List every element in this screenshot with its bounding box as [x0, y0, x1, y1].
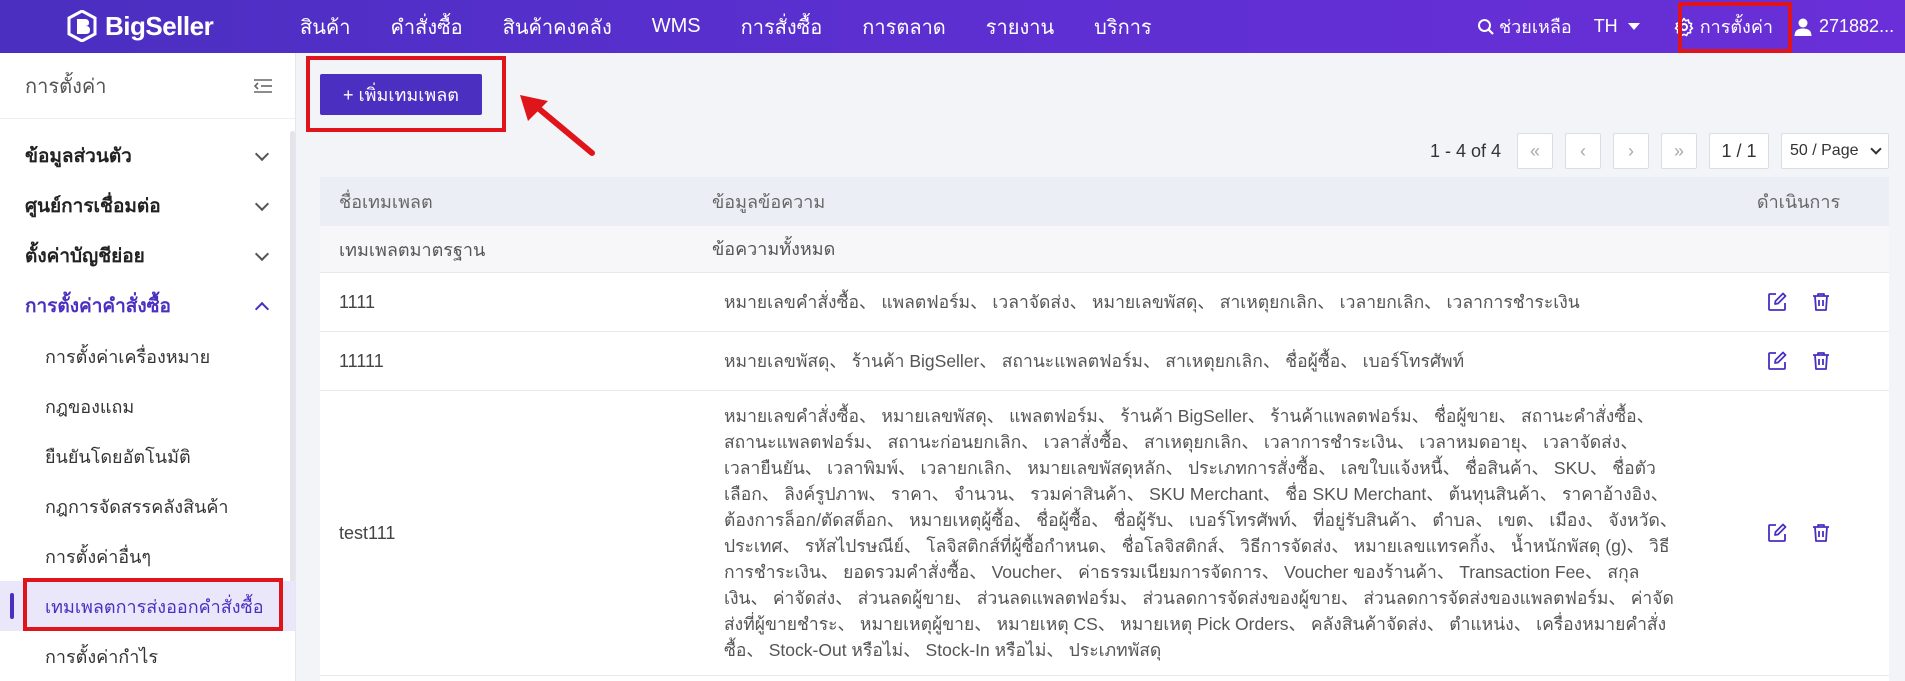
nav-item-orders[interactable]: คำสั่งซื้อ [391, 11, 463, 43]
sidebar-item-label: กฎของแถม [45, 396, 135, 417]
page-indicator[interactable]: 1 / 1 [1709, 133, 1769, 169]
sidebar-group-personal[interactable]: ข้อมูลส่วนตัว [0, 131, 295, 181]
sidebar-group-label: ข้อมูลส่วนตัว [25, 146, 132, 167]
template-message: หมายเลขคำสั่งซื้อ、 แพลตฟอร์ม、 เวลาจัดส่ง… [724, 292, 1580, 312]
page-size-select[interactable]: 50 / Page [1781, 133, 1889, 169]
header-actions: ดำเนินการ [1756, 192, 1841, 212]
sidebar-item-auto-confirm[interactable]: ยืนยันโดยอัตโนมัติ [0, 431, 295, 481]
sidebar-title: การตั้งค่า [25, 75, 107, 98]
sidebar-group-label: การตั้งค่าคำสั่งซื้อ [25, 296, 171, 317]
language-selector[interactable]: TH [1594, 16, 1640, 37]
add-template-highlight-box [306, 56, 506, 132]
sidebar-group-label: ศูนย์การเชื่อมต่อ [25, 196, 161, 217]
chevron-up-icon [254, 301, 270, 316]
template-message: หมายเลขคำสั่งซื้อ、 หมายเลขพัสดุ、 แพลตฟอร… [724, 406, 1678, 660]
logo-text: BigSeller [105, 10, 214, 41]
user-menu[interactable]: 271882... [1793, 16, 1905, 37]
nav-item-wms[interactable]: WMS [652, 15, 701, 38]
nav-item-services[interactable]: บริการ [1094, 11, 1152, 43]
table-row: 1111 หมายเลขคำสั่งซื้อ、 แพลตฟอร์ม、 เวลาจ… [320, 273, 1889, 332]
trash-icon[interactable] [1810, 522, 1832, 544]
chevron-down-icon [254, 246, 270, 261]
help-label: ช่วยเหลือ [1498, 17, 1572, 37]
chevron-down-icon [254, 146, 270, 161]
top-nav-bar: BigSeller สินค้า คำสั่งซื้อ สินค้าคงคลัง… [0, 0, 1905, 53]
edit-icon[interactable] [1766, 522, 1788, 544]
sidebar-group-integrations[interactable]: ศูนย์การเชื่อมต่อ [0, 181, 295, 231]
sidebar-item-profit-settings[interactable]: การตั้งค่ากำไร [0, 631, 295, 681]
sidebar-item-label: ยืนยันโดยอัตโนมัติ [45, 446, 191, 467]
trash-icon[interactable] [1810, 291, 1832, 313]
table-row-partial [320, 676, 1889, 681]
sidebar-group-order-settings[interactable]: การตั้งค่าคำสั่งซื้อ [0, 281, 295, 331]
sidebar-group-label: ตั้งค่าบัญชีย่อย [25, 246, 145, 267]
table-row: 11111 หมายเลขพัสดุ、 ร้านค้า BigSeller、 ส… [320, 332, 1889, 391]
nav-item-marketing[interactable]: การตลาด [862, 11, 946, 43]
chevron-down-icon [1870, 143, 1882, 155]
first-page-button[interactable]: « [1517, 133, 1553, 169]
sidebar-item-label: การตั้งค่าอื่นๆ [45, 546, 152, 567]
nav-item-products[interactable]: สินค้า [300, 11, 351, 43]
templates-table: ชื่อเทมเพลต ข้อมูลข้อความ ดำเนินการ เทมเ… [320, 177, 1889, 681]
sidebar-item-label: การตั้งค่ากำไร [45, 646, 159, 667]
header-name: ชื่อเทมเพลต [339, 192, 433, 212]
template-actions [1708, 522, 1889, 544]
sidebar-header: การตั้งค่า [0, 53, 295, 119]
sidebar-item-other-settings[interactable]: การตั้งค่าอื่นๆ [0, 531, 295, 581]
table-row: test111 หมายเลขคำสั่งซื้อ、 หมายเลขพัสดุ、… [320, 391, 1889, 676]
collapse-sidebar-icon[interactable] [253, 78, 273, 94]
user-icon [1794, 18, 1812, 36]
pagination: 1 - 4 of 4 « ‹ › » 1 / 1 50 / Page [1430, 133, 1889, 169]
prev-page-button[interactable]: ‹ [1565, 133, 1601, 169]
bigseller-logo-icon [67, 9, 97, 43]
sidebar-group-subaccounts[interactable]: ตั้งค่าบัญชีย่อย [0, 231, 295, 281]
annotation-arrow-icon [520, 95, 595, 156]
search-icon [1477, 18, 1494, 35]
template-name: 11111 [339, 350, 384, 371]
table-row-standard: เทมเพลตมาตรฐาน ข้อความทั้งหมด [320, 226, 1889, 273]
template-actions [1708, 350, 1889, 372]
nav-item-reports[interactable]: รายงาน [986, 11, 1054, 43]
template-actions [1708, 291, 1889, 313]
main-nav: สินค้า คำสั่งซื้อ สินค้าคงคลัง WMS การสั… [300, 0, 1192, 53]
template-message: หมายเลขพัสดุ、 ร้านค้า BigSeller、 สถานะแพ… [724, 351, 1465, 371]
table-header: ชื่อเทมเพลต ข้อมูลข้อความ ดำเนินการ [320, 177, 1889, 226]
language-label: TH [1593, 16, 1618, 36]
sidebar-item-gift-rules[interactable]: กฎของแถม [0, 381, 295, 431]
page-size-label: 50 / Page [1790, 142, 1859, 159]
sidebar-item-label: การตั้งค่าเครื่องหมาย [45, 346, 211, 367]
header-message: ข้อมูลข้อความ [712, 191, 826, 212]
trash-icon[interactable] [1810, 350, 1832, 372]
next-page-button[interactable]: › [1613, 133, 1649, 169]
edit-icon[interactable] [1766, 291, 1788, 313]
template-name: 1111 [339, 291, 376, 312]
template-name: เทมเพลตมาตรฐาน [339, 239, 486, 260]
bigseller-logo[interactable]: BigSeller [67, 8, 214, 44]
active-indicator [10, 593, 14, 619]
edit-icon[interactable] [1766, 350, 1788, 372]
user-id: 271882... [1819, 16, 1895, 36]
chevron-down-icon [254, 196, 270, 211]
settings-highlight-box [1678, 2, 1792, 53]
last-page-button[interactable]: » [1661, 133, 1697, 169]
template-message: ข้อความทั้งหมด [712, 239, 836, 259]
caret-down-icon [1627, 23, 1640, 30]
sidebar-item-tags[interactable]: การตั้งค่าเครื่องหมาย [0, 331, 295, 381]
nav-item-purchase[interactable]: การสั่งซื้อ [741, 11, 823, 43]
sidebar-item-label: กฎการจัดสรรคลังสินค้า [45, 496, 229, 517]
help-link[interactable]: ช่วยเหลือ [1477, 12, 1572, 41]
sidebar-item-warehouse-rules[interactable]: กฎการจัดสรรคลังสินค้า [0, 481, 295, 531]
nav-item-inventory[interactable]: สินค้าคงคลัง [503, 11, 612, 43]
pagination-info: 1 - 4 of 4 [1429, 140, 1501, 161]
export-template-highlight-box [23, 578, 283, 631]
template-name: test111 [339, 522, 396, 543]
